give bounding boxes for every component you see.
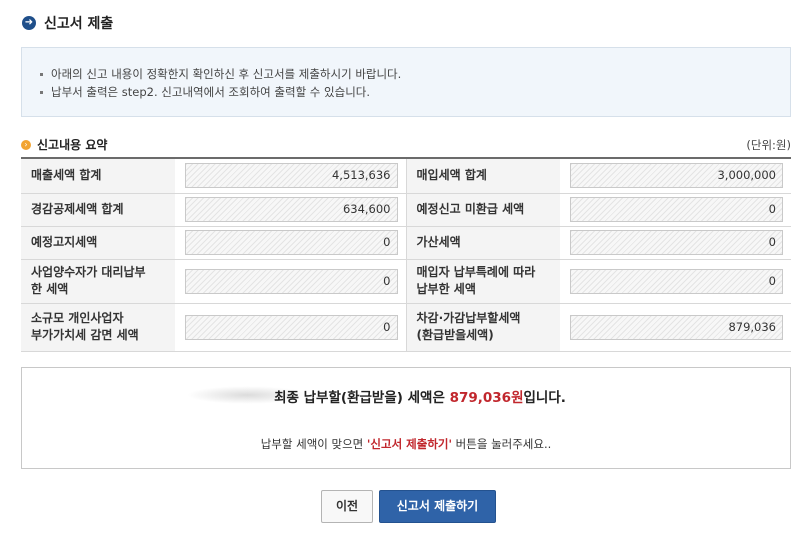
final-prefix: 최종 납부할(환급받을) 세액은 — [274, 390, 450, 406]
field-label: 매입세액 합계 — [406, 158, 560, 194]
instruction-prefix: 납부할 세액이 맞으면 — [260, 437, 367, 451]
chevron-right-icon: › — [21, 139, 31, 150]
instruction-suffix: 버튼을 눌러주세요.. — [452, 437, 552, 451]
purchase-tax-total-field: 3,000,000 — [570, 163, 783, 189]
additional-tax-field: 0 — [570, 230, 783, 255]
sales-tax-total-field: 4,513,636 — [185, 163, 398, 189]
summary-title: › 신고내용 요약 — [21, 136, 107, 153]
notice-line-text: 납부서 출력은 step2. 신고내역에서 조회하여 출력할 수 있습니다. — [51, 85, 371, 99]
field-label: 차감·가감납부할세액 (환급받을세액) — [406, 303, 560, 352]
field-label: 경감공제세액 합계 — [21, 193, 175, 227]
arrow-right-circle-icon: ➜ — [22, 16, 36, 30]
table-row: 경감공제세액 합계 634,600 예정신고 미환급 세액 0 — [21, 193, 791, 227]
unrefunded-tax-field: 0 — [570, 197, 783, 222]
final-amount: 879,036원 — [449, 390, 524, 406]
final-amount-box: 최종 납부할(환급받을) 세액은 879,036원입니다. 납부할 세액이 맞으… — [21, 367, 791, 469]
small-business-reduction-field: 0 — [185, 314, 398, 340]
table-row: 매출세액 합계 4,513,636 매입세액 합계 3,000,000 — [21, 158, 791, 194]
table-row: 소규모 개인사업자 부가가치세 감면 세액 0 차감·가감납부할세액 (환급받을… — [21, 303, 791, 352]
table-row: 사업양수자가 대리납부 한 세액 0 매입자 납부특례에 따라 납부한 세액 0 — [21, 259, 791, 304]
summary-title-text: 신고내용 요약 — [37, 138, 108, 152]
unit-label: (단위:원) — [746, 138, 791, 152]
field-label: 사업양수자가 대리납부 한 세액 — [21, 259, 175, 304]
instruction-highlight: '신고서 제출하기' — [366, 437, 453, 451]
prev-button[interactable]: 이전 — [321, 490, 373, 523]
notified-tax-field: 0 — [185, 230, 398, 255]
final-amount-message: 최종 납부할(환급받을) 세액은 879,036원입니다. — [22, 386, 790, 406]
final-suffix: 입니다. — [523, 390, 566, 406]
notice-line: 납부서 출력은 step2. 신고내역에서 조회하여 출력할 수 있습니다. — [40, 83, 770, 101]
deduction-tax-total-field: 634,600 — [185, 197, 398, 222]
summary-header: › 신고내용 요약 (단위:원) — [21, 136, 791, 154]
net-payable-tax-field: 879,036 — [570, 314, 783, 340]
buyer-paid-tax-field: 0 — [570, 268, 783, 294]
notice-box: 아래의 신고 내용이 정확한지 확인하신 후 신고서를 제출하시기 바랍니다. … — [21, 47, 791, 117]
field-label: 예정고지세액 — [21, 226, 175, 260]
field-label: 예정신고 미환급 세액 — [406, 193, 560, 227]
proxy-paid-tax-field: 0 — [185, 268, 398, 294]
field-label: 매입자 납부특례에 따라 납부한 세액 — [406, 259, 560, 304]
field-label-text: 매입자 납부특례에 따라 납부한 세액 — [416, 265, 536, 296]
notice-line: 아래의 신고 내용이 정확한지 확인하신 후 신고서를 제출하시기 바랍니다. — [40, 65, 770, 83]
bullet-icon — [40, 72, 43, 76]
submit-report-button[interactable]: 신고서 제출하기 — [379, 490, 496, 523]
table-row: 예정고지세액 0 가산세액 0 — [21, 226, 791, 260]
submit-instruction: 납부할 세액이 맞으면 '신고서 제출하기' 버튼을 눌러주세요.. — [22, 436, 790, 452]
summary-table: 매출세액 합계 4,513,636 매입세액 합계 3,000,000 경감공제… — [21, 157, 791, 352]
field-label-text: 차감·가감납부할세액 (환급받을세액) — [416, 311, 521, 342]
field-label: 소규모 개인사업자 부가가치세 감면 세액 — [21, 303, 175, 352]
field-label-text: 사업양수자가 대리납부 한 세액 — [31, 265, 146, 296]
page-title: ➜ 신고서 제출 — [22, 14, 113, 32]
field-label: 가산세액 — [406, 226, 560, 260]
bullet-icon — [40, 90, 43, 94]
page-title-text: 신고서 제출 — [44, 16, 114, 32]
field-label: 매출세액 합계 — [21, 158, 175, 194]
field-label-text: 소규모 개인사업자 부가가치세 감면 세액 — [31, 311, 139, 342]
notice-line-text: 아래의 신고 내용이 정확한지 확인하신 후 신고서를 제출하시기 바랍니다. — [51, 67, 402, 81]
